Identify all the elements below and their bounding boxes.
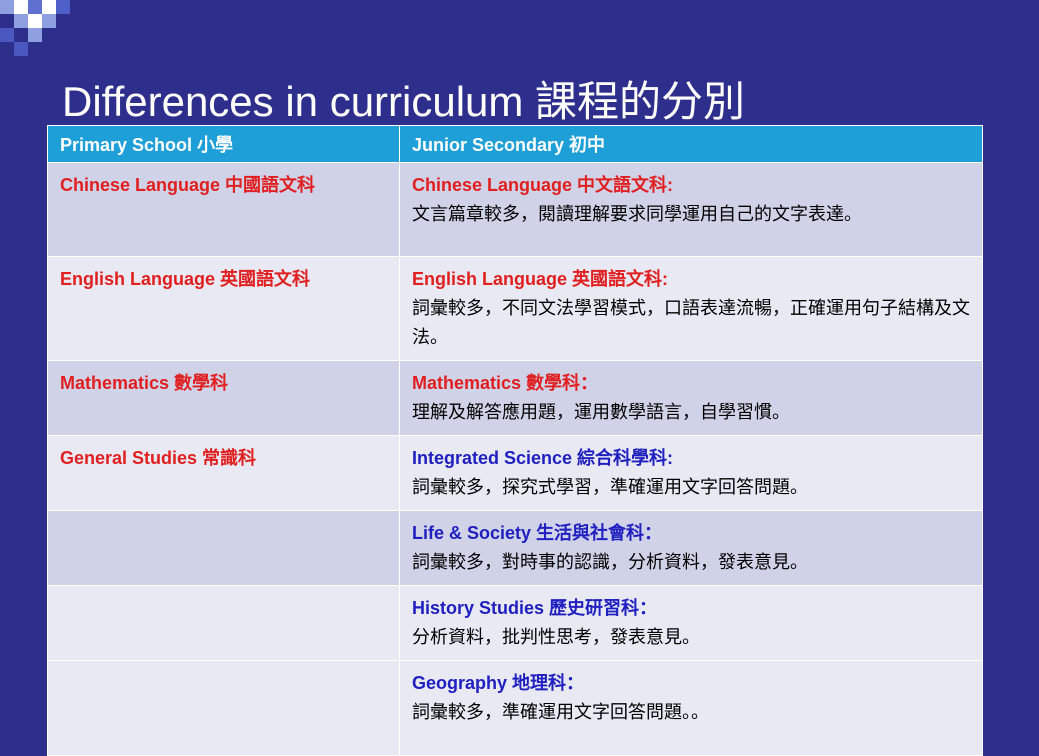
page-title: Differences in curriculum 課程的分別 xyxy=(62,78,746,125)
table-row: Mathematics 數學科 Mathematics 數學科： 理解及解答應用題… xyxy=(47,360,983,436)
primary-cell xyxy=(47,585,400,661)
secondary-subject: History Studies 歷史研習科： xyxy=(412,598,658,618)
primary-subject: English Language 英國語文科 xyxy=(60,269,311,289)
table-header-row: Primary School 小學 Junior Secondary 初中 xyxy=(47,125,983,163)
secondary-cell: Integrated Science 綜合科學科: 詞彙較多，探究式學習，準確運用… xyxy=(399,435,983,511)
primary-subject: Mathematics 數學科 xyxy=(60,373,229,393)
primary-subject: Chinese Language 中國語文科 xyxy=(60,175,316,195)
header-junior-secondary: Junior Secondary 初中 xyxy=(399,125,983,163)
secondary-cell: English Language 英國語文科: 詞彙較多，不同文法學習模式，口語表… xyxy=(399,256,983,361)
secondary-subject: Life & Society 生活與社會科： xyxy=(412,523,663,543)
primary-cell: Mathematics 數學科 xyxy=(47,360,400,436)
secondary-subject: Mathematics 數學科： xyxy=(412,373,599,393)
secondary-cell: Life & Society 生活與社會科： 詞彙較多，對時事的認識，分析資料，發… xyxy=(399,510,983,586)
secondary-description: 詞彙較多，不同文法學習模式，口語表達流暢，正確運用句子結構及文法。 xyxy=(412,298,970,347)
primary-cell xyxy=(47,510,400,586)
secondary-subject: Chinese Language 中文語文科: xyxy=(412,175,674,195)
primary-cell: English Language 英國語文科 xyxy=(47,256,400,361)
header-primary-school: Primary School 小學 xyxy=(47,125,400,163)
secondary-description: 詞彙較多，對時事的認識，分析資料，發表意見。 xyxy=(412,552,808,572)
primary-cell: Chinese Language 中國語文科 xyxy=(47,162,400,257)
secondary-subject: Geography 地理科： xyxy=(412,673,585,693)
curriculum-table: Primary School 小學 Junior Secondary 初中 Ch… xyxy=(47,125,983,756)
secondary-subject: English Language 英國語文科: xyxy=(412,269,669,289)
corner-decoration xyxy=(0,0,90,60)
table-row: English Language 英國語文科 English Language … xyxy=(47,256,983,361)
table-row: Chinese Language 中國語文科 Chinese Language … xyxy=(47,162,983,257)
secondary-description: 詞彙較多，探究式學習，準確運用文字回答問題。 xyxy=(412,477,808,497)
secondary-subject: Integrated Science 綜合科學科: xyxy=(412,448,674,468)
secondary-description: 文言篇章較多，閱讀理解要求同學運用自己的文字表達。 xyxy=(412,204,862,224)
secondary-description: 分析資料，批判性思考，發表意見。 xyxy=(412,627,700,647)
secondary-cell: History Studies 歷史研習科： 分析資料，批判性思考，發表意見。 xyxy=(399,585,983,661)
secondary-cell: Geography 地理科： 詞彙較多，準確運用文字回答問題。。 xyxy=(399,660,983,756)
primary-cell xyxy=(47,660,400,756)
table-row: Geography 地理科： 詞彙較多，準確運用文字回答問題。。 xyxy=(47,660,983,756)
table-row: History Studies 歷史研習科： 分析資料，批判性思考，發表意見。 xyxy=(47,585,983,661)
secondary-cell: Chinese Language 中文語文科: 文言篇章較多，閱讀理解要求同學運用… xyxy=(399,162,983,257)
secondary-description: 詞彙較多，準確運用文字回答問題。。 xyxy=(412,702,709,722)
secondary-description: 理解及解答應用題，運用數學語言，自學習慣。 xyxy=(412,402,790,422)
table-row: General Studies 常識科 Integrated Science 綜… xyxy=(47,435,983,511)
primary-subject: General Studies 常識科 xyxy=(60,448,257,468)
primary-cell: General Studies 常識科 xyxy=(47,435,400,511)
table-row: Life & Society 生活與社會科： 詞彙較多，對時事的認識，分析資料，發… xyxy=(47,510,983,586)
secondary-cell: Mathematics 數學科： 理解及解答應用題，運用數學語言，自學習慣。 xyxy=(399,360,983,436)
